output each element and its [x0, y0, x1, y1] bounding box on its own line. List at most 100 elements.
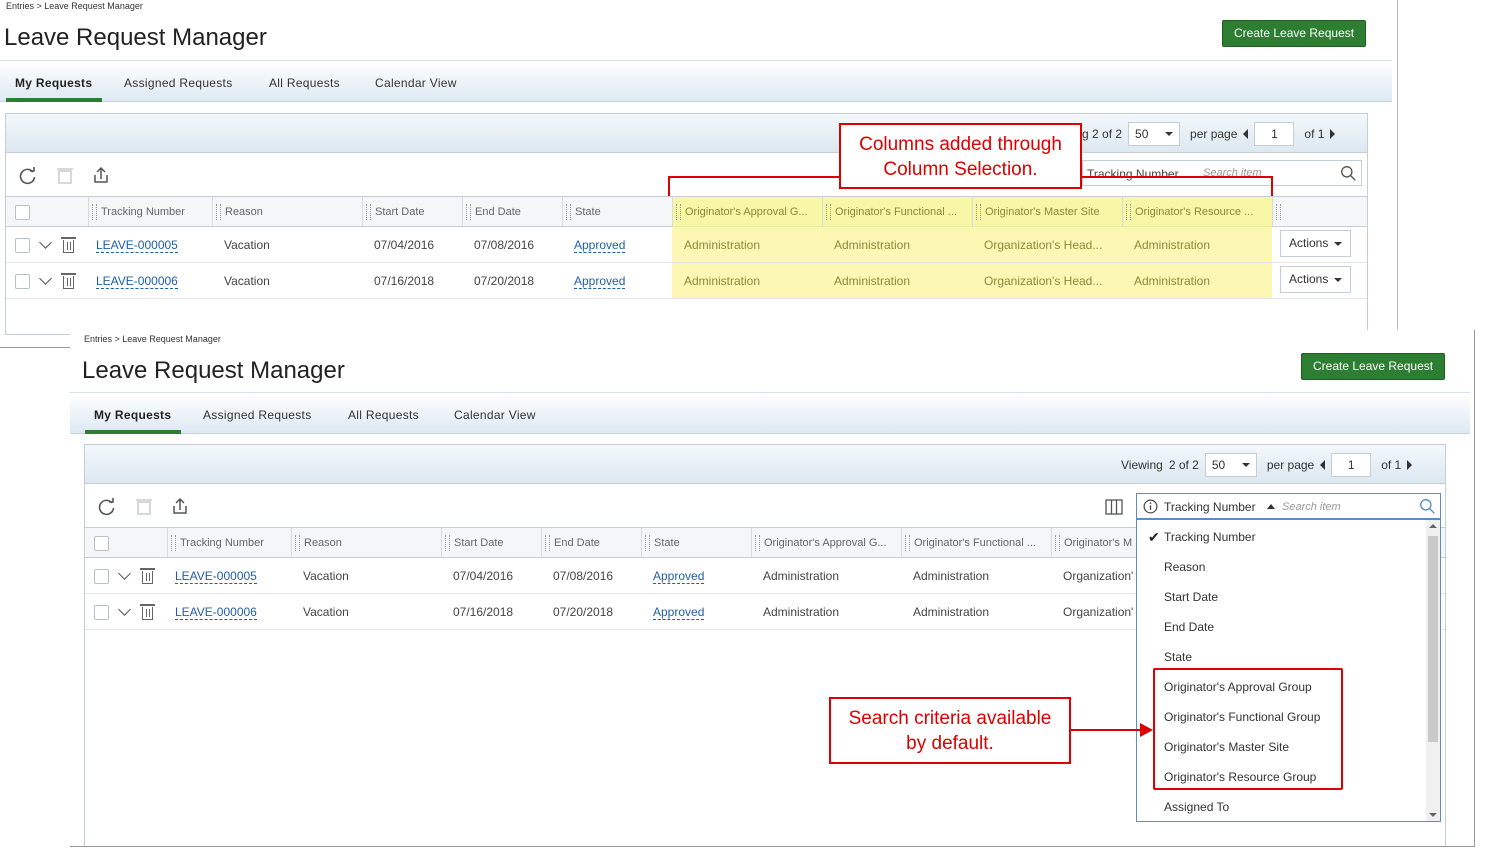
tab-all-requests[interactable]: All Requests [348, 408, 419, 422]
reason-cell: Vacation [303, 605, 349, 619]
state-link[interactable]: Approved [653, 605, 705, 620]
search-icon[interactable] [1419, 498, 1436, 515]
search-field-selector[interactable]: Tracking Number [1164, 500, 1256, 514]
dropdown-scrollbar[interactable] [1426, 520, 1440, 821]
dropdown-option[interactable]: Tracking Number [1164, 530, 1256, 544]
column-header[interactable]: End Date [462, 197, 562, 227]
state-cell[interactable]: Approved [574, 227, 626, 263]
breadcrumb[interactable]: Entries > Leave Request Manager [6, 1, 143, 11]
per-page-select[interactable]: 50 [1128, 122, 1181, 146]
delete-icon[interactable] [134, 496, 154, 516]
column-header[interactable]: Originator's Functional ... [822, 197, 972, 227]
dropdown-option[interactable]: End Date [1164, 620, 1214, 634]
column-header[interactable]: Originator's Functional ... [901, 528, 1051, 558]
expand-row-icon[interactable] [118, 603, 131, 616]
grid-header-bar: Viewing 2 of 2 50 per page 1 of 1 [85, 445, 1445, 484]
scrollbar-thumb[interactable] [1428, 536, 1438, 742]
expand-row-icon[interactable] [39, 236, 52, 249]
state-cell[interactable]: Approved [574, 263, 626, 299]
state-link[interactable]: Approved [653, 569, 705, 584]
tracking-number-link[interactable]: LEAVE-000005 [96, 238, 178, 253]
per-page-select[interactable]: 50 [1204, 453, 1257, 477]
chevron-up-icon[interactable] [1267, 504, 1275, 509]
tab-assigned-requests[interactable]: Assigned Requests [203, 408, 312, 422]
master-site-cell: Organization's Head... [984, 274, 1103, 288]
actions-dropdown[interactable]: Actions [1280, 230, 1351, 257]
column-selection-icon[interactable] [1104, 497, 1124, 517]
row-checkbox[interactable] [94, 605, 109, 620]
delete-row-icon[interactable] [140, 568, 155, 584]
state-link[interactable]: Approved [574, 238, 626, 253]
column-header[interactable]: State [562, 197, 672, 227]
search-icon[interactable] [1340, 165, 1357, 182]
column-header[interactable]: Originator's Resource ... [1122, 197, 1272, 227]
chevron-down-icon [1334, 278, 1342, 282]
chevron-down-icon [1334, 242, 1342, 246]
state-cell[interactable]: Approved [653, 594, 705, 630]
dropdown-option[interactable]: Reason [1164, 560, 1205, 574]
row-checkbox[interactable] [15, 238, 30, 253]
delete-icon[interactable] [55, 165, 75, 185]
tab-calendar-view[interactable]: Calendar View [375, 76, 457, 90]
expand-row-icon[interactable] [39, 272, 52, 285]
dropdown-option[interactable]: Start Date [1164, 590, 1218, 604]
refresh-icon[interactable] [97, 497, 117, 517]
state-cell[interactable]: Approved [653, 558, 705, 594]
column-header[interactable]: Reason [212, 197, 362, 227]
column-header[interactable]: Reason [291, 528, 441, 558]
tracking-number-link[interactable]: LEAVE-000005 [175, 569, 257, 584]
export-icon[interactable] [91, 165, 111, 185]
next-page-icon[interactable] [1407, 460, 1413, 470]
master-site-cell: Organization's Head... [984, 238, 1103, 252]
tracking-number-link[interactable]: LEAVE-000006 [175, 605, 257, 620]
column-header[interactable]: Start Date [441, 528, 541, 558]
column-header[interactable]: Originator's Approval G... [672, 197, 822, 227]
refresh-icon[interactable] [18, 166, 38, 186]
column-header[interactable]: Originator's Master Site [972, 197, 1122, 227]
column-header[interactable]: Tracking Number [167, 528, 291, 558]
select-all-checkbox[interactable] [94, 536, 109, 551]
search-input[interactable]: Search item [1282, 501, 1341, 513]
page-input[interactable]: 1 [1254, 122, 1295, 146]
breadcrumb[interactable]: Entries > Leave Request Manager [84, 334, 221, 344]
next-page-icon[interactable] [1330, 129, 1336, 139]
column-header[interactable]: State [641, 528, 751, 558]
tab-my-requests[interactable]: My Requests [94, 408, 171, 422]
column-header[interactable]: Originator's Approval G... [751, 528, 901, 558]
select-all-checkbox[interactable] [15, 205, 30, 220]
prev-page-icon[interactable] [1243, 129, 1249, 139]
row-checkbox[interactable] [94, 569, 109, 584]
delete-row-icon[interactable] [61, 273, 76, 289]
callout-text: Column Selection. [883, 159, 1038, 180]
scroll-down-icon[interactable] [1429, 813, 1437, 817]
expand-row-icon[interactable] [118, 567, 131, 580]
create-leave-request-button[interactable]: Create Leave Request [1301, 353, 1446, 380]
tab-assigned-requests[interactable]: Assigned Requests [124, 76, 233, 90]
tracking-number-cell[interactable]: LEAVE-000005 [96, 227, 178, 263]
tracking-number-link[interactable]: LEAVE-000006 [96, 274, 178, 289]
delete-row-icon[interactable] [140, 604, 155, 620]
tab-all-requests[interactable]: All Requests [269, 76, 340, 90]
delete-row-icon[interactable] [61, 237, 76, 253]
tracking-number-cell[interactable]: LEAVE-000006 [175, 594, 257, 630]
create-leave-request-button[interactable]: Create Leave Request [1222, 20, 1367, 47]
tracking-number-cell[interactable]: LEAVE-000005 [175, 558, 257, 594]
column-header[interactable]: Start Date [362, 197, 462, 227]
row-checkbox[interactable] [15, 274, 30, 289]
column-header[interactable]: Tracking Number [88, 197, 212, 227]
actions-dropdown[interactable]: Actions [1280, 266, 1351, 293]
top-screenshot-panel: Entries > Leave Request Manager Leave Re… [0, 0, 1398, 348]
column-header[interactable]: End Date [541, 528, 641, 558]
scroll-up-icon[interactable] [1429, 524, 1437, 528]
pager: Viewing 2 of 2 50 per page 1 of 1 [1121, 453, 1413, 477]
dropdown-option[interactable]: State [1164, 650, 1192, 664]
tab-my-requests[interactable]: My Requests [15, 76, 92, 90]
tab-calendar-view[interactable]: Calendar View [454, 408, 536, 422]
dropdown-option[interactable]: Assigned To [1164, 800, 1229, 814]
page-input[interactable]: 1 [1331, 453, 1372, 477]
prev-page-icon[interactable] [1320, 460, 1326, 470]
export-icon[interactable] [170, 496, 190, 516]
state-link[interactable]: Approved [574, 274, 626, 289]
search-box[interactable]: Tracking Number Search item [1136, 493, 1441, 519]
tracking-number-cell[interactable]: LEAVE-000006 [96, 263, 178, 299]
